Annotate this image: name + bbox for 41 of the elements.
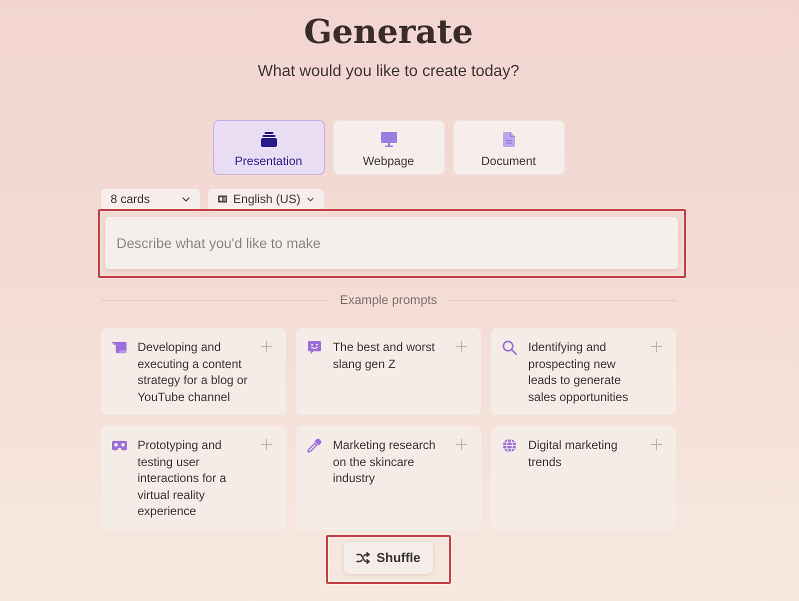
prompt-text: Developing and executing a content strategy for a blog or YouTube channel [138,339,249,405]
chat-bubble-icon [306,340,322,355]
example-prompt-card[interactable]: Marketing research on the skincare industry [296,426,482,530]
example-prompt-card[interactable]: Identifying and prospecting new leads to generate sales opportunities [491,328,676,415]
prompt-input[interactable]: Describe what you'd like to make [104,217,678,269]
example-prompt-card[interactable]: The best and worst slang gen Z [296,328,482,415]
plus-icon[interactable] [651,439,662,450]
plus-icon[interactable] [260,341,272,352]
prompt-text: Digital marketing trends [528,437,619,470]
monitor-icon [380,132,396,146]
pipette-icon [306,438,322,453]
caret-icon [182,196,190,202]
shuffle-button[interactable]: Shuffle [344,542,433,574]
section-heading: Example prompts [340,293,438,307]
page-title: Generate [302,11,474,53]
plus-icon[interactable] [260,439,272,450]
caret-icon [306,196,314,202]
language-dropdown[interactable]: English (US) [208,189,324,209]
format-tab[interactable]: Presentation [212,120,324,175]
globe-icon [502,438,518,453]
shuffle-icon [356,552,370,564]
search-icon [502,340,518,355]
format-tab[interactable]: Webpage [332,120,444,175]
goggles-icon [112,438,126,453]
example-prompt-card[interactable]: Prototyping and testing user interactions for a virtual reality experience [100,426,286,530]
plus-icon[interactable] [456,439,468,450]
page-subtitle: What would you like to create today? [256,62,520,82]
plus-icon[interactable] [456,341,468,352]
prompt-text: Prototyping and testing user interactions for a virtual reality experience [138,437,228,520]
prompt-text: Identifying and prospecting new leads to generate sales opportunities [528,339,630,405]
scroll-icon [112,340,126,355]
card-count-dropdown[interactable]: 8 cards [100,189,200,209]
stacked-slides-icon [260,132,276,146]
plus-icon[interactable] [651,341,662,352]
document-icon [502,132,514,146]
example-prompt-card[interactable]: Digital marketing trends [491,426,676,530]
id-card-icon [218,195,228,203]
prompt-text: Marketing research on the skincare industry [332,437,437,486]
prompt-text: The best and worst slang gen Z [332,339,436,372]
example-prompt-card[interactable]: Developing and executing a content strategy for a blog or YouTube channel [100,328,286,415]
format-tab[interactable]: Document [452,120,564,175]
